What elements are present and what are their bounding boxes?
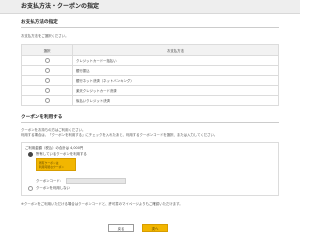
table-row[interactable]: 銀行振込 [21,65,279,76]
payment-radio-bank-transfer[interactable] [44,68,50,73]
coupon-none-label[interactable]: クーポンを利用しない [36,185,70,190]
payment-radio-net-banking[interactable] [44,78,50,83]
payment-radio-rakuten[interactable] [44,88,50,93]
table-header-row: 選択 お支払方法 [21,44,279,56]
coupon-use-radio[interactable] [28,152,33,157]
table-row[interactable]: 銀行ネット決済（ネットバンキング） [21,75,279,86]
coupon-note: ※クーポンをご利用いただける場合はクーポンコードと、許可書のマイページよりもご確… [21,202,183,206]
method-column-header: お支払方法 [72,44,279,56]
payment-method-label: 後払いクレジット決済 [72,95,279,106]
coupon-code-input[interactable] [66,178,126,184]
payment-radio-credit-card[interactable] [44,58,50,63]
payment-radio-cell[interactable] [21,65,73,76]
coupon-box-header: ご利用金額（税込）の合計は 4,000円 [25,146,84,150]
payment-radio-cell[interactable] [21,95,73,106]
payment-section-rule [21,27,279,28]
payment-method-label: クレジットカード一括払い [72,55,279,66]
owned-coupon-text-2: 利用可能なクーポン [39,165,65,169]
payment-method-label: 銀行ネット決済（ネットバンキング） [72,75,279,86]
table-row[interactable]: クレジットカード一括払い [21,55,279,66]
coupon-section-title: クーポンを利用する [21,115,63,120]
coupon-use-label[interactable]: 所有しているクーポンを利用する [36,151,87,156]
page-header: お支払方法・クーポンの指定 [0,0,300,14]
table-row[interactable]: 後払いクレジット決済 [21,95,279,106]
payment-radio-cell[interactable] [21,85,73,96]
table-row[interactable]: 楽天クレジットカード決済 [21,85,279,96]
coupon-none-radio[interactable] [28,186,33,191]
select-column-header: 選択 [21,44,73,56]
page-title: お支払方法・クーポンの指定 [21,3,100,10]
owned-coupon-notice: 所有クーポンは 利用可能なクーポン [36,158,76,171]
payment-instruction: お支払方法をご選択ください。 [21,34,69,38]
next-button[interactable]: 次へ [142,224,168,232]
payment-radio-cell[interactable] [21,75,73,86]
payment-method-label: 楽天クレジットカード決済 [72,85,279,96]
back-button[interactable]: 戻る [108,224,134,232]
payment-radio-deferred[interactable] [44,98,50,103]
coupon-section-rule [21,122,279,123]
coupon-description-2: 利用する場合は、「クーポンを利用する」にチェックを入れたあと、利用するクーポンコ… [21,133,218,137]
payment-radio-cell[interactable] [21,55,73,66]
payment-section-title: お支払方法の指定 [21,20,58,25]
coupon-box: ご利用金額（税込）の合計は 4,000円 所有しているクーポンを利用する 所有ク… [21,142,279,196]
coupon-code-label: クーポンコード： [36,179,64,183]
payment-method-label: 銀行振込 [72,65,279,76]
owned-coupon-text-1: 所有クーポンは [39,160,59,165]
payment-method-table: 選択 お支払方法 クレジットカード一括払い 銀行振込 銀行ネット決済（ネットバン… [21,44,279,106]
